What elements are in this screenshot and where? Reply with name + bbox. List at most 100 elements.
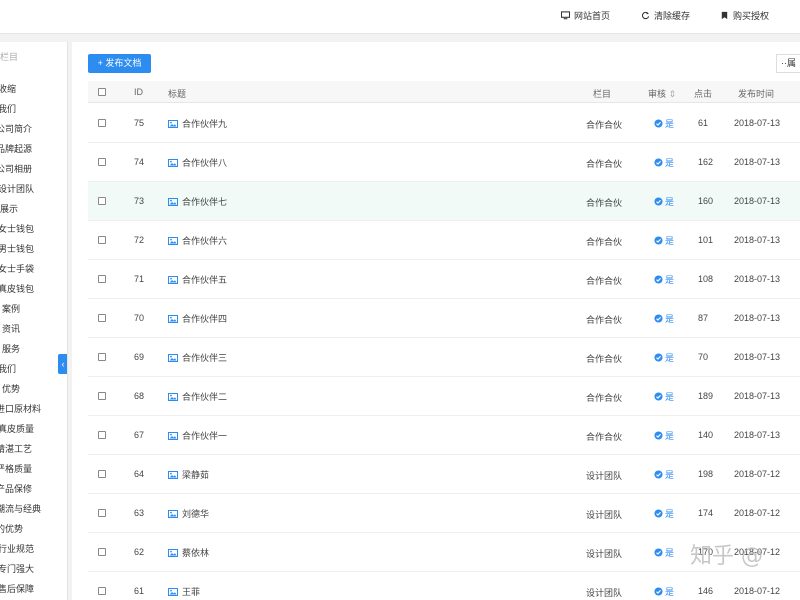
row-clicks: 174 [698, 508, 714, 518]
sidebar-item[interactable]: 公司简介 [0, 122, 32, 135]
sidebar-item[interactable]: 案例 [2, 302, 20, 315]
sidebar-item[interactable]: 行业规范 [0, 542, 34, 555]
row-checkbox[interactable] [98, 353, 106, 361]
row-title-link[interactable]: 合作伙伴七 [168, 195, 227, 208]
row-checkbox[interactable] [98, 236, 106, 244]
row-title-link[interactable]: 梁静茹 [168, 468, 209, 481]
row-checkbox[interactable] [98, 314, 106, 322]
row-time: 2018-07-13 [734, 313, 781, 323]
site-home-link[interactable]: 网站首页 [561, 9, 610, 22]
sidebar-item[interactable]: 专门强大 [0, 562, 34, 575]
sidebar-item[interactable]: 公司相册 [0, 162, 32, 175]
row-audit-label: 是 [665, 314, 675, 324]
sidebar-item[interactable]: 女士手袋 [0, 262, 34, 275]
row-audit-status[interactable]: 是 [654, 468, 674, 481]
row-audit-status[interactable]: 是 [654, 390, 674, 403]
row-audit-status[interactable]: 是 [654, 546, 674, 559]
sidebar-search-input[interactable]: 栏目 [0, 50, 60, 66]
sidebar-item[interactable]: 收缩 [0, 82, 16, 95]
row-title-link[interactable]: 蔡依林 [168, 546, 209, 559]
table-header: ID 标题 栏目 审核 ⇕ 点击 发布时间 [88, 81, 800, 103]
row-audit-status[interactable]: 是 [654, 351, 674, 364]
table-row[interactable]: 73 合作伙伴七 合作合伙 是 160 2018-07-13 [88, 182, 800, 221]
row-title-link[interactable]: 合作伙伴六 [168, 234, 227, 247]
row-checkbox[interactable] [98, 119, 106, 127]
row-checkbox[interactable] [98, 158, 106, 166]
row-audit-status[interactable]: 是 [654, 117, 674, 130]
row-title-link[interactable]: 合作伙伴三 [168, 351, 227, 364]
row-title-link[interactable]: 合作伙伴八 [168, 156, 227, 169]
table-row[interactable]: 72 合作伙伴六 合作合伙 是 101 2018-07-13 [88, 221, 800, 260]
check-circle-icon [654, 470, 663, 479]
sidebar-collapse-button[interactable]: ‹ [58, 354, 67, 374]
row-column: 合作合伙 [586, 120, 623, 130]
sidebar-item[interactable]: 进口原材料 [0, 402, 41, 415]
image-icon [168, 236, 178, 245]
sidebar-item[interactable]: 售后保障 [0, 582, 34, 595]
header-audit[interactable]: 审核 ⇕ [648, 87, 676, 100]
main-panel: + 发布文档 ··属 ID 标题 栏目 审核 ⇕ 点击 发布时间 75 合作伙伴九… [72, 42, 800, 600]
sidebar-item[interactable]: 设计团队 [0, 182, 34, 195]
sidebar-item[interactable]: 展示 [0, 202, 18, 215]
row-title-link[interactable]: 合作伙伴一 [168, 429, 227, 442]
sidebar-item[interactable]: 女士钱包 [0, 222, 34, 235]
row-id: 64 [134, 469, 145, 479]
table-row[interactable]: 63 刘德华 设计团队 是 174 2018-07-12 [88, 494, 800, 533]
table-row[interactable]: 70 合作伙伴四 合作合伙 是 87 2018-07-13 [88, 299, 800, 338]
more-dropdown[interactable]: ··属 [776, 54, 800, 73]
sidebar-item[interactable]: 我们 [0, 102, 16, 115]
row-checkbox[interactable] [98, 431, 106, 439]
sidebar-item[interactable]: 真皮钱包 [0, 282, 34, 295]
table-row[interactable]: 75 合作伙伴九 合作合伙 是 61 2018-07-13 [88, 104, 800, 143]
table-row[interactable]: 69 合作伙伴三 合作合伙 是 70 2018-07-13 [88, 338, 800, 377]
table-row[interactable]: 74 合作伙伴八 合作合伙 是 162 2018-07-13 [88, 143, 800, 182]
row-title-link[interactable]: 合作伙伴四 [168, 312, 227, 325]
row-audit-status[interactable]: 是 [654, 234, 674, 247]
row-audit-status[interactable]: 是 [654, 429, 674, 442]
row-title-link[interactable]: 王菲 [168, 585, 200, 598]
row-checkbox[interactable] [98, 587, 106, 595]
row-audit-status[interactable]: 是 [654, 273, 674, 286]
table-row[interactable]: 67 合作伙伴一 合作合伙 是 140 2018-07-13 [88, 416, 800, 455]
table-row[interactable]: 61 王菲 设计团队 是 146 2018-07-12 [88, 572, 800, 600]
row-audit-status[interactable]: 是 [654, 585, 674, 598]
sidebar-item[interactable]: 品牌起源 [0, 142, 32, 155]
row-audit-status[interactable]: 是 [654, 156, 674, 169]
sidebar-item[interactable]: 男士钱包 [0, 242, 34, 255]
row-checkbox[interactable] [98, 275, 106, 283]
row-audit-status[interactable]: 是 [654, 312, 674, 325]
row-clicks: 162 [698, 157, 714, 167]
table-row[interactable]: 64 梁静茹 设计团队 是 198 2018-07-12 [88, 455, 800, 494]
row-title-link[interactable]: 合作伙伴九 [168, 117, 227, 130]
row-checkbox[interactable] [98, 392, 106, 400]
table-row[interactable]: 68 合作伙伴二 合作合伙 是 189 2018-07-13 [88, 377, 800, 416]
header-title: 标题 [168, 89, 187, 99]
row-checkbox[interactable] [98, 470, 106, 478]
row-checkbox[interactable] [98, 197, 106, 205]
row-title: 刘德华 [182, 509, 210, 519]
row-audit-status[interactable]: 是 [654, 195, 674, 208]
sidebar-item[interactable]: 的优势 [0, 522, 23, 535]
row-checkbox[interactable] [98, 548, 106, 556]
sidebar-item[interactable]: 我们 [0, 362, 16, 375]
publish-document-button[interactable]: + 发布文档 [88, 54, 151, 73]
clear-cache-link[interactable]: 清除缓存 [641, 9, 690, 22]
row-checkbox[interactable] [98, 509, 106, 517]
sidebar-item[interactable]: 产品保修 [0, 482, 32, 495]
table-row[interactable]: 71 合作伙伴五 合作合伙 是 108 2018-07-13 [88, 260, 800, 299]
sidebar-item[interactable]: 资讯 [2, 322, 20, 335]
row-title-link[interactable]: 刘德华 [168, 507, 209, 520]
select-all-checkbox[interactable] [98, 88, 106, 96]
row-audit-label: 是 [665, 158, 675, 168]
sidebar-item[interactable]: 潮流与经典 [0, 502, 41, 515]
buy-license-link[interactable]: 购买授权 [720, 9, 769, 22]
sidebar-item[interactable]: 真皮质量 [0, 422, 34, 435]
sidebar-item[interactable]: 严格质量 [0, 462, 32, 475]
row-audit-status[interactable]: 是 [654, 507, 674, 520]
sidebar-item[interactable]: 服务 [2, 342, 20, 355]
sidebar-item[interactable]: 优势 [2, 382, 20, 395]
image-icon [168, 548, 178, 557]
row-title-link[interactable]: 合作伙伴五 [168, 273, 227, 286]
sidebar-item[interactable]: 精湛工艺 [0, 442, 32, 455]
row-title-link[interactable]: 合作伙伴二 [168, 390, 227, 403]
